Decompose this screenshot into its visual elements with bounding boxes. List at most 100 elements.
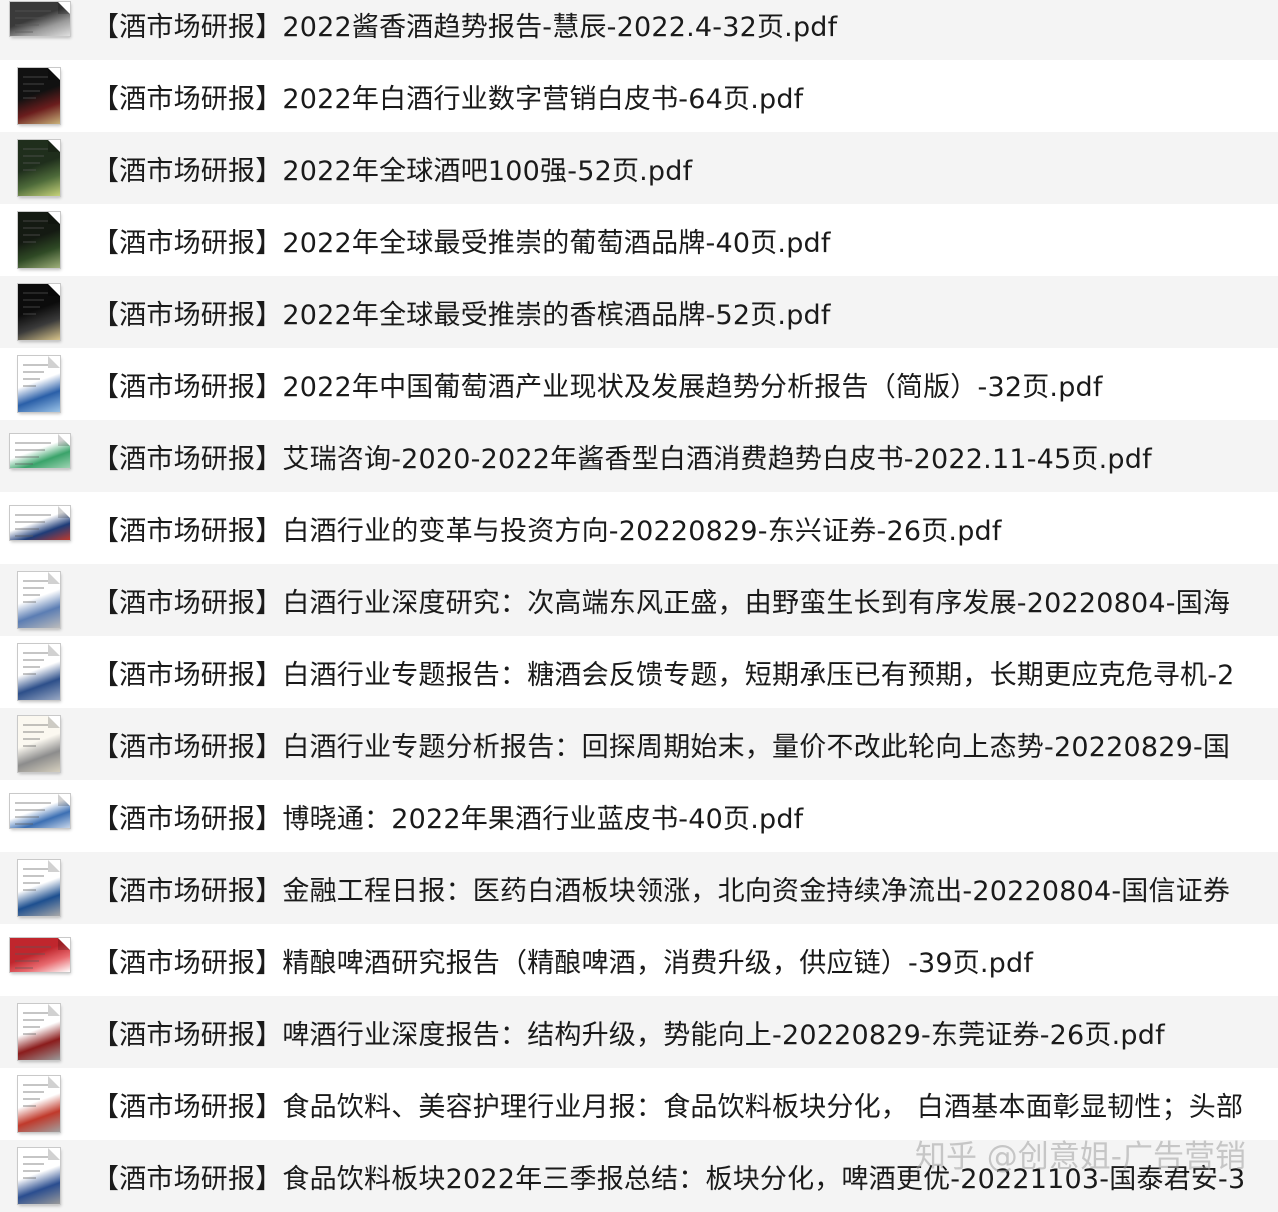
thumbnail-line [15,31,33,33]
thumbnail-container [0,564,80,636]
file-list: 【酒市场研报】2022酱香酒趋势报告-慧辰-2022.4-32页.pdf 【酒市场… [0,0,1278,1212]
thumbnail-line [23,580,49,582]
thumbnail-line [23,1156,49,1158]
page-fold-icon [48,860,60,872]
thumbnail-line [23,1012,49,1014]
thumbnail-line [23,875,44,877]
pdf-thumbnail-icon [18,284,60,340]
thumbnail-container [0,852,80,924]
file-row[interactable]: 【酒市场研报】白酒行业专题分析报告：回探周期始末，量价不改此轮向上态势-2022… [0,708,1278,780]
thumbnail-container [0,420,80,492]
thumbnail-line [15,802,51,804]
page-fold-icon [58,938,70,950]
page-fold-icon [48,644,60,656]
file-name: 【酒市场研报】白酒行业深度研究：次高端东风正盛，由野蛮生长到有序发展-20220… [92,587,1231,619]
watermark: 知乎 @创意姐-广告营销 [914,1139,1246,1175]
pdf-thumbnail-icon [18,1076,60,1132]
thumbnail-line [23,227,44,229]
thumbnail-line [23,1170,40,1172]
file-row[interactable]: 【酒市场研报】白酒行业专题报告：糖酒会反馈专题，短期承压已有预期，长期更应克危寻… [0,636,1278,708]
page-fold-icon [48,140,60,152]
thumbnail-container [0,204,80,276]
file-name: 【酒市场研报】2022年中国葡萄酒产业现状及发展趋势分析报告（简版）-32页.p… [92,371,1103,403]
file-row[interactable]: 【酒市场研报】精酿啤酒研究报告（精酿啤酒，消费升级，供应链）-39页.pdf [0,924,1278,996]
file-name: 【酒市场研报】食品饮料、美容护理行业月报：食品饮料板块分化， 白酒基本面彰显韧性… [92,1091,1244,1123]
thumbnail-line [15,17,45,19]
thumbnail-line [15,456,39,458]
file-name: 【酒市场研报】2022酱香酒趋势报告-慧辰-2022.4-32页.pdf [92,11,838,43]
file-name: 【酒市场研报】精酿啤酒研究报告（精酿啤酒，消费升级，供应链）-39页.pdf [92,947,1034,979]
thumbnail-line [15,946,51,948]
file-row[interactable]: 【酒市场研报】白酒行业深度研究：次高端东风正盛，由野蛮生长到有序发展-20220… [0,564,1278,636]
file-row[interactable]: 【酒市场研报】2022年全球酒吧100强-52页.pdf [0,132,1278,204]
file-row[interactable]: 【酒市场研报】金融工程日报：医药白酒板块领涨，北向资金持续净流出-2022080… [0,852,1278,924]
file-row[interactable]: 【酒市场研报】艾瑞咨询-2020-2022年酱香型白酒消费趋势白皮书-2022.… [0,420,1278,492]
pdf-thumbnail-icon [10,506,70,540]
file-row[interactable]: 【酒市场研报】2022年白酒行业数字营销白皮书-64页.pdf [0,60,1278,132]
thumbnail-container [0,924,80,996]
file-name: 【酒市场研报】金融工程日报：医药白酒板块领涨，北向资金持续净流出-2022080… [92,875,1231,907]
pdf-thumbnail-icon [18,644,60,700]
thumbnail-container [0,492,80,564]
thumbnail-line [23,83,44,85]
file-name: 【酒市场研报】白酒行业的变革与投资方向-20220829-东兴证券-26页.pd… [92,515,1002,547]
pdf-thumbnail-icon [10,794,70,828]
pdf-thumbnail-icon [18,860,60,916]
file-row[interactable]: 【酒市场研报】食品饮料、美容护理行业月报：食品饮料板块分化， 白酒基本面彰显韧性… [0,1068,1278,1140]
thumbnail-container [0,780,80,852]
thumbnail-line [23,745,36,747]
thumbnail-line [23,364,49,366]
thumbnail-line [23,234,40,236]
thumbnail-line [23,1019,44,1021]
page-fold-icon [58,794,70,806]
thumbnail-line [23,868,49,870]
thumbnail-line [23,313,36,315]
thumbnail-line [23,371,44,373]
thumbnail-line [23,1033,36,1035]
thumbnail-line [23,666,40,668]
thumbnail-line [23,594,40,596]
page-fold-icon [48,212,60,224]
pdf-thumbnail-icon [18,212,60,268]
file-row[interactable]: 【酒市场研报】2022年中国葡萄酒产业现状及发展趋势分析报告（简版）-32页.p… [0,348,1278,420]
thumbnail-line [23,738,40,740]
thumbnail-line [23,97,36,99]
thumbnail-line [23,1091,44,1093]
file-row[interactable]: 【酒市场研报】2022年全球最受推崇的葡萄酒品牌-40页.pdf [0,204,1278,276]
thumbnail-line [15,528,39,530]
file-name: 【酒市场研报】2022年白酒行业数字营销白皮书-64页.pdf [92,83,804,115]
page-fold-icon [48,1004,60,1016]
file-row[interactable]: 【酒市场研报】2022酱香酒趋势报告-慧辰-2022.4-32页.pdf [0,0,1278,60]
thumbnail-line [23,385,36,387]
thumbnail-line [23,659,44,661]
thumbnail-line [23,76,49,78]
thumbnail-line [15,953,45,955]
file-name: 【酒市场研报】啤酒行业深度报告：结构升级，势能向上-20220829-东莞证券-… [92,1019,1165,1051]
pdf-thumbnail-icon [18,356,60,412]
thumbnail-line [15,463,33,465]
pdf-thumbnail-icon [18,716,60,772]
thumbnail-line [23,601,36,603]
file-row[interactable]: 【酒市场研报】啤酒行业深度报告：结构升级，势能向上-20220829-东莞证券-… [0,996,1278,1068]
thumbnail-line [23,220,49,222]
file-row[interactable]: 【酒市场研报】白酒行业的变革与投资方向-20220829-东兴证券-26页.pd… [0,492,1278,564]
page-fold-icon [58,506,70,518]
pdf-thumbnail-icon [18,68,60,124]
thumbnail-line [15,823,33,825]
thumbnail-line [23,652,49,654]
thumbnail-container [0,60,80,132]
pdf-thumbnail-icon [18,1148,60,1204]
thumbnail-container [0,1140,80,1212]
page-fold-icon [48,572,60,584]
pdf-thumbnail-icon [18,140,60,196]
file-row[interactable]: 【酒市场研报】博晓通：2022年果酒行业蓝皮书-40页.pdf [0,780,1278,852]
thumbnail-line [15,816,39,818]
thumbnail-line [23,724,49,726]
thumbnail-line [15,809,45,811]
pdf-thumbnail-icon [18,1004,60,1060]
thumbnail-line [23,1163,44,1165]
thumbnail-line [23,155,44,157]
thumbnail-line [15,514,51,516]
file-row[interactable]: 【酒市场研报】2022年全球最受推崇的香槟酒品牌-52页.pdf [0,276,1278,348]
page-fold-icon [48,1076,60,1088]
